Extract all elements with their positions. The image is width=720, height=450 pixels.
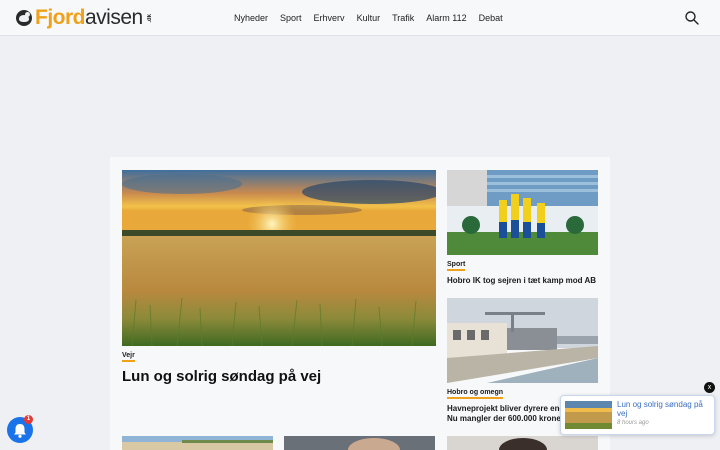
logo-tld: .dk — [146, 13, 153, 23]
bottom-article-1-image[interactable] — [122, 436, 273, 450]
wheat-field-thumbnail — [565, 401, 612, 429]
site-header: Fjordavisen .dk Nyheder Sport Erhverv Ku… — [0, 0, 720, 36]
front-page-content: Vejr Lun og solrig søndag på vej Sport H… — [110, 157, 610, 450]
notification-count-badge: 1 — [24, 415, 33, 424]
popup-timestamp: 8 hours ago — [617, 420, 649, 426]
portrait-image — [447, 436, 598, 450]
popup-headline[interactable]: Lun og solrig søndag på vej — [617, 400, 713, 418]
popup-close-button[interactable]: x — [704, 382, 715, 393]
nav-item-alarm-112[interactable]: Alarm 112 — [420, 13, 472, 23]
main-nav: Nyheder Sport Erhverv Kultur Trafik Alar… — [228, 0, 509, 36]
person-image — [284, 436, 435, 450]
bottom-article-2-image[interactable] — [284, 436, 435, 450]
hero-article-image[interactable] — [122, 170, 436, 346]
beach-image — [122, 436, 273, 450]
hero-category-tag[interactable]: Vejr — [122, 352, 135, 362]
hero-headline[interactable]: Lun og solrig søndag på vej — [122, 368, 321, 385]
side-article-2-category[interactable]: Hobro og omegn — [447, 389, 503, 399]
side-article-2-image[interactable] — [447, 298, 598, 383]
side-article-1-image[interactable] — [447, 170, 598, 255]
nav-item-sport[interactable]: Sport — [274, 13, 308, 23]
search-icon — [685, 11, 699, 25]
nav-item-debat[interactable]: Debat — [473, 13, 509, 23]
nav-item-nyheder[interactable]: Nyheder — [228, 13, 274, 23]
bottom-article-3-image[interactable] — [447, 436, 598, 450]
logo-wordmark: Fjordavisen — [35, 6, 143, 29]
ad-space — [0, 37, 720, 157]
wheat-field-sunset-image — [122, 170, 436, 346]
nav-item-erhverv[interactable]: Erhverv — [308, 13, 351, 23]
search-button[interactable] — [684, 10, 700, 26]
logo-mark-icon — [16, 10, 32, 26]
nav-item-kultur[interactable]: Kultur — [351, 13, 387, 23]
football-celebration-image — [447, 170, 598, 255]
nav-item-trafik[interactable]: Trafik — [386, 13, 420, 23]
harbour-image — [447, 298, 598, 383]
side-article-1-category[interactable]: Sport — [447, 261, 466, 271]
side-article-1-headline[interactable]: Hobro IK tog sejren i tæt kamp mod AB — [447, 276, 599, 285]
notification-popup[interactable]: Lun og solrig søndag på vej 8 hours ago — [560, 395, 715, 435]
popup-thumbnail — [565, 401, 612, 429]
site-logo[interactable]: Fjordavisen .dk — [16, 6, 153, 30]
